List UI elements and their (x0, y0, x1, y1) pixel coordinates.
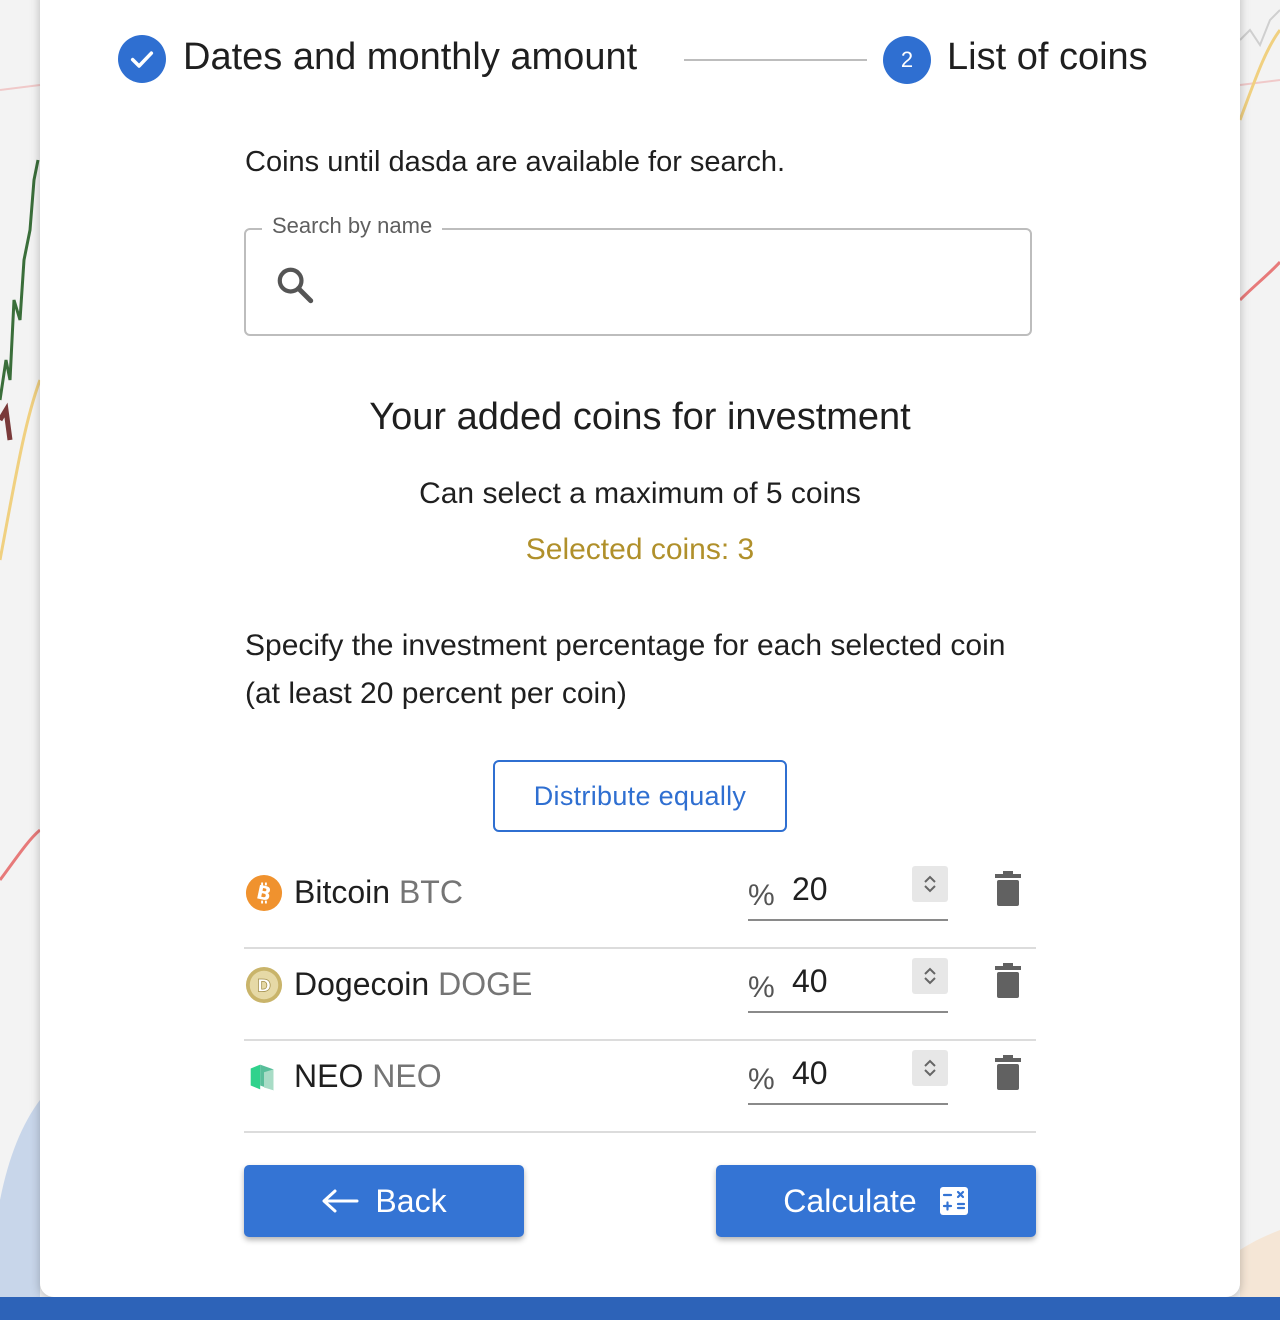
coin-name-label: Bitcoin BTC (294, 869, 463, 915)
bitcoin-icon: B (245, 874, 283, 912)
coin-name: Bitcoin (294, 874, 391, 910)
percent-sign: % (748, 1063, 775, 1096)
delete-icon[interactable] (994, 962, 1022, 998)
coin-row-dogecoin: D Dogecoin DOGE % 40 (244, 949, 1036, 1041)
percentage-value[interactable]: 40 (792, 961, 828, 1001)
percentage-input[interactable]: % 20 (748, 865, 948, 921)
percentage-input[interactable]: % 40 (748, 957, 948, 1013)
neo-icon (250, 1064, 274, 1091)
coin-name: NEO (294, 1058, 364, 1094)
back-button-label: Back (375, 1182, 447, 1219)
percentage-instructions: Specify the investment percentage for ea… (245, 629, 1006, 710)
percent-sign: % (748, 879, 775, 912)
coin-row-bitcoin: B Bitcoin BTC % 20 (244, 857, 1036, 949)
bottom-bar (0, 1297, 1280, 1320)
number-spinner[interactable] (912, 866, 948, 902)
delete-icon[interactable] (994, 1054, 1022, 1090)
delete-icon[interactable] (994, 870, 1022, 906)
search-field-label: Search by name (262, 211, 443, 241)
section-title: Your added coins for investment (369, 396, 911, 438)
step-completed-badge (118, 35, 166, 83)
chevron-down-icon[interactable] (923, 884, 937, 894)
max-coins-text: Can select a maximum of 5 coins (419, 477, 861, 510)
percent-sign: % (748, 971, 775, 1004)
search-input[interactable] (330, 252, 1014, 316)
coin-symbol: DOGE (438, 966, 533, 1002)
search-icon (277, 267, 314, 304)
number-spinner[interactable] (912, 1050, 948, 1086)
step-1-label: Dates and monthly amount (183, 36, 638, 78)
percentage-value[interactable]: 20 (792, 869, 828, 909)
percentage-value[interactable]: 40 (792, 1053, 828, 1093)
stepper-connector (684, 59, 867, 61)
back-button[interactable]: Back (244, 1165, 524, 1237)
check-icon (130, 51, 154, 68)
coin-name-label: NEO NEO (294, 1053, 442, 1099)
calculator-icon (939, 1187, 968, 1215)
coin-symbol: BTC (398, 874, 463, 910)
arrow-left-icon (322, 1189, 359, 1213)
coin-name-label: Dogecoin DOGE (294, 961, 532, 1007)
search-availability-text: Coins until dasda are available for sear… (245, 146, 786, 178)
calculate-button[interactable]: Calculate (716, 1165, 1036, 1237)
calculate-button-label: Calculate (783, 1182, 917, 1219)
step-2-number-badge: 2 (883, 36, 931, 84)
percentage-input[interactable]: % 40 (748, 1049, 948, 1105)
chevron-up-icon[interactable] (923, 1058, 937, 1068)
svg-text:D: D (257, 977, 271, 997)
dogecoin-icon: D (245, 966, 283, 1004)
selected-coins-count: Selected coins: 3 (525, 533, 755, 566)
coin-symbol: NEO (372, 1058, 442, 1094)
chevron-up-icon[interactable] (923, 874, 937, 884)
chevron-down-icon[interactable] (923, 976, 937, 986)
coin-row-neo: NEO NEO % 40 (244, 1041, 1036, 1133)
distribute-equally-button[interactable]: Distribute equally (493, 760, 787, 832)
coin-name: Dogecoin (294, 966, 430, 1002)
step-2-label: List of coins (947, 36, 1148, 78)
number-spinner[interactable] (912, 958, 948, 994)
chevron-up-icon[interactable] (923, 966, 937, 976)
chevron-down-icon[interactable] (923, 1068, 937, 1078)
